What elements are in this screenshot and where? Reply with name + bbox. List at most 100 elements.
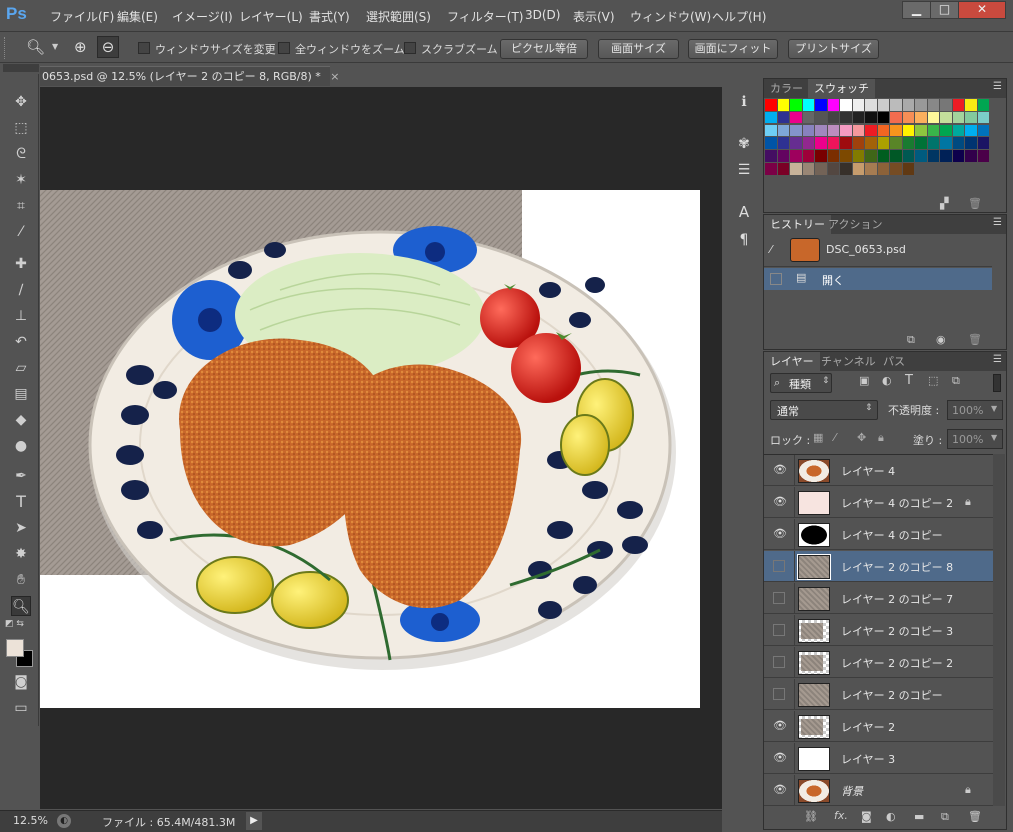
swatch[interactable]	[890, 150, 902, 162]
crop-icon[interactable]: ⌗	[11, 196, 31, 216]
swatch[interactable]	[952, 111, 964, 124]
chevron-down-icon[interactable]: ▼	[991, 404, 997, 413]
swatch[interactable]	[765, 124, 777, 137]
swatch[interactable]	[940, 137, 952, 149]
status-menu-icon[interactable]: ◐	[57, 814, 71, 828]
layer-row[interactable]: 👁︎ 背景 🔒︎	[764, 775, 993, 806]
visibility-toggle[interactable]	[773, 656, 785, 668]
maximize-button[interactable]: □	[930, 1, 959, 19]
swatch[interactable]	[827, 137, 839, 149]
zoom-level[interactable]: 12.5%	[13, 814, 48, 827]
swatch[interactable]	[790, 111, 802, 124]
filter-type-icon[interactable]: T	[905, 373, 913, 388]
swatch[interactable]	[815, 99, 827, 111]
swatch[interactable]	[927, 150, 939, 162]
swatch[interactable]	[802, 163, 814, 175]
swatch[interactable]	[827, 163, 839, 175]
tools-panel-header[interactable]	[3, 64, 39, 72]
zoom-tool-preset-icon[interactable]: 🔍︎	[26, 38, 45, 56]
lock-all-icon[interactable]: 🔒︎	[878, 431, 884, 445]
stamp-icon[interactable]: ⊥	[11, 306, 31, 326]
swatch[interactable]	[802, 124, 814, 137]
zoom-icon[interactable]: 🔍︎	[11, 596, 31, 616]
chevron-down-icon[interactable]: ▼	[52, 42, 58, 51]
blend-mode-select[interactable]: 通常 ⇕	[770, 400, 878, 420]
camera-icon[interactable]: ◉	[936, 333, 946, 346]
swatch[interactable]	[877, 163, 889, 175]
swatch[interactable]	[902, 124, 914, 137]
swatch[interactable]	[965, 137, 977, 149]
blur-icon[interactable]: ◆	[11, 410, 31, 430]
actual-pixels-button[interactable]: ピクセル等倍	[500, 39, 588, 59]
magic-wand-icon[interactable]: ✶	[11, 170, 31, 190]
swatch[interactable]	[965, 124, 977, 137]
hand-icon[interactable]: ✋︎	[11, 570, 31, 590]
swatch[interactable]	[940, 124, 952, 137]
eyedropper-icon[interactable]: ⁄	[11, 222, 31, 242]
panel-menu-icon[interactable]: ☰	[993, 81, 1002, 92]
swatch[interactable]	[915, 137, 927, 149]
swatch[interactable]	[952, 99, 964, 111]
swatch[interactable]	[790, 150, 802, 162]
filter-shape-icon[interactable]: ⬚	[928, 374, 938, 387]
brush-presets-icon[interactable]: ✾	[734, 134, 754, 154]
swatch[interactable]	[827, 111, 839, 124]
swatch[interactable]	[927, 137, 939, 149]
swatch[interactable]	[902, 150, 914, 162]
history-step-open[interactable]: ▤ 開く	[764, 268, 992, 290]
tab-color[interactable]: カラー	[764, 79, 809, 98]
resize-windows-checkbox[interactable]	[138, 42, 150, 54]
swatch[interactable]	[840, 99, 852, 111]
swatch[interactable]	[915, 111, 927, 124]
delete-swatch-icon[interactable]: 🗑︎	[968, 197, 982, 210]
delete-layer-icon[interactable]: 🗑︎	[968, 810, 982, 823]
delete-state-icon[interactable]: 🗑︎	[968, 333, 982, 346]
menu-view[interactable]: 表示(V)	[573, 8, 615, 25]
swatch[interactable]	[852, 150, 864, 162]
scrubby-zoom-checkbox[interactable]	[404, 42, 416, 54]
layer-row[interactable]: 👁︎ レイヤー 4 のコピー 2 🔒︎	[764, 487, 993, 518]
swatch[interactable]	[952, 150, 964, 162]
tab-history[interactable]: ヒストリー	[764, 215, 831, 234]
healing-icon[interactable]: ✚	[11, 254, 31, 274]
swatch[interactable]	[865, 124, 877, 137]
new-document-from-state-icon[interactable]: ⧉	[907, 333, 915, 347]
swatch[interactable]	[977, 150, 989, 162]
tab-actions[interactable]: アクション	[822, 215, 888, 234]
swatch[interactable]	[777, 163, 789, 175]
layer-row[interactable]: レイヤー 2 のコピー	[764, 679, 993, 710]
lock-position-icon[interactable]: ✥	[857, 431, 866, 444]
swatch[interactable]	[815, 150, 827, 162]
swatch[interactable]	[890, 163, 902, 175]
visibility-toggle[interactable]	[773, 560, 785, 572]
swatch[interactable]	[802, 137, 814, 149]
menu-select[interactable]: 選択範囲(S)	[366, 8, 431, 25]
swatch[interactable]	[877, 111, 889, 124]
shape-icon[interactable]: ✸	[11, 544, 31, 564]
swatch[interactable]	[865, 150, 877, 162]
history-brush-icon[interactable]: ↶	[11, 332, 31, 352]
new-layer-icon[interactable]: ⧉	[941, 810, 949, 824]
swatch[interactable]	[765, 137, 777, 149]
swatch[interactable]	[840, 111, 852, 124]
minimize-button[interactable]: ▁	[902, 1, 931, 19]
swatch[interactable]	[890, 99, 902, 111]
swatch[interactable]	[890, 111, 902, 124]
move-icon[interactable]: ✥	[11, 92, 31, 112]
swatch[interactable]	[840, 150, 852, 162]
swatch[interactable]	[927, 111, 939, 124]
swatch[interactable]	[802, 150, 814, 162]
dodge-icon[interactable]: ●	[11, 436, 31, 456]
zoom-out-icon[interactable]: ⊖	[97, 36, 119, 58]
history-brush-source-icon[interactable]: ⁄	[770, 243, 772, 256]
gradient-icon[interactable]: ▤	[11, 384, 31, 404]
filter-pixel-icon[interactable]: ▣	[859, 374, 869, 387]
tab-channels[interactable]: チャンネル	[815, 352, 882, 371]
menu-layer[interactable]: レイヤー(L)	[239, 8, 303, 25]
swatch[interactable]	[865, 111, 877, 124]
swatch[interactable]	[865, 163, 877, 175]
eye-icon[interactable]: 👁︎	[773, 495, 787, 509]
swatch[interactable]	[790, 99, 802, 111]
swatch[interactable]	[765, 163, 777, 175]
fill-field[interactable]: 100% ▼	[947, 429, 1003, 449]
